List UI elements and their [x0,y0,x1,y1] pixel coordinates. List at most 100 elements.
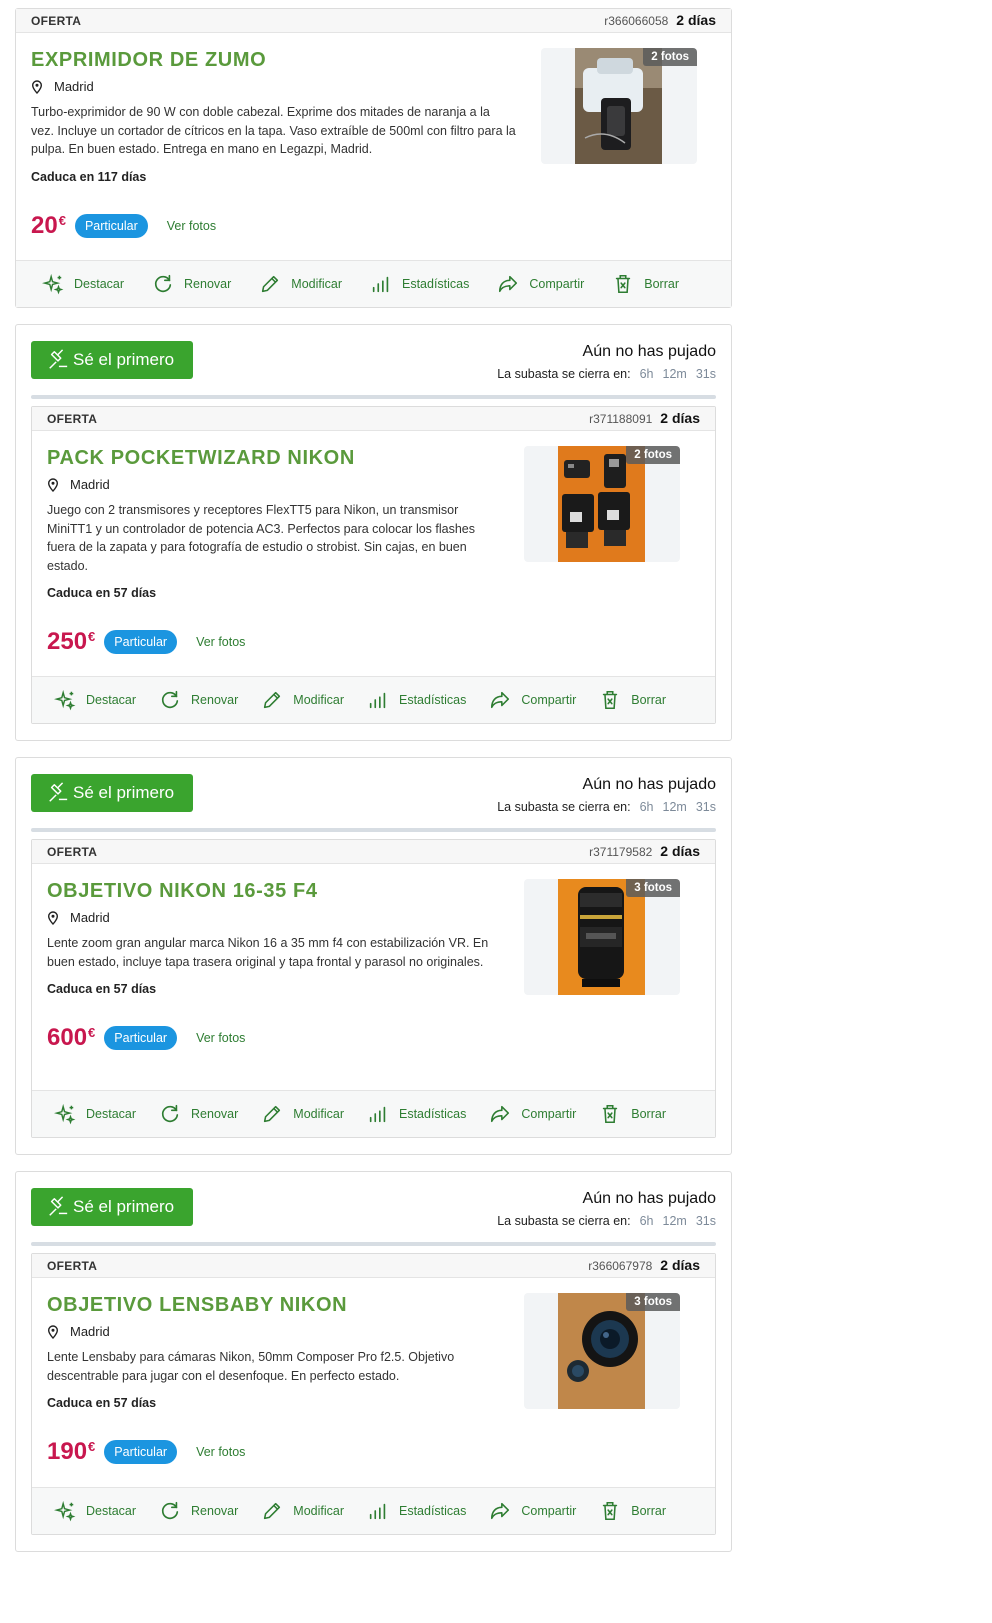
auction-header: Sé el primero Aún no has pujado La subas… [16,325,731,399]
bid-first-button[interactable]: Sé el primero [31,1188,193,1226]
trash-icon [603,1104,618,1124]
location-pin-icon [47,1324,59,1339]
renew-label: Renovar [184,277,232,291]
renew-button[interactable]: Renovar [159,689,238,711]
trash-icon [603,1501,618,1521]
ad-thumbnail[interactable]: 2 fotos [541,48,697,164]
edit-button[interactable]: Modificar [261,1103,344,1125]
ad-thumbnail[interactable]: 2 fotos [524,446,680,562]
stats-button[interactable]: Estadísticas [367,689,466,711]
edit-button[interactable]: Modificar [261,689,344,711]
ad-reference: r371179582 [589,844,653,859]
trash-icon [603,690,618,710]
auction-card: Sé el primero Aún no has pujado La subas… [15,324,732,741]
highlight-label: Destacar [86,1504,137,1518]
edit-label: Modificar [293,1107,344,1121]
ad-reference: r366066058 [604,13,669,28]
auction-card: Sé el primero Aún no has pujado La subas… [15,1171,732,1552]
delete-button[interactable]: Borrar [599,1103,666,1125]
ad-thumbnail[interactable]: 3 fotos [524,1293,680,1409]
ad-price: 250€ [47,628,96,655]
location-text: Madrid [70,477,110,492]
ad-actions-bar: Destacar Renovar Modificar Estadísticas … [32,676,715,723]
see-photos-link[interactable]: Ver fotos [196,1031,245,1045]
countdown-label: La subasta se cierra en: [497,367,631,381]
highlight-button[interactable]: Destacar [42,273,124,295]
delete-button[interactable]: Borrar [612,273,679,295]
sparkle-icon [42,273,64,295]
photo-count: 2 fotos [643,48,697,66]
share-button[interactable]: Compartir [497,273,584,295]
share-arrow-icon [491,1105,510,1123]
ad-age: 2 días [660,842,700,859]
edit-label: Modificar [291,277,342,291]
countdown-minutes: 12m [662,367,687,381]
auction-countdown: La subasta se cierra en: 6h 12m 31s [497,367,716,381]
ad-description: Lente zoom gran angular marca Nikon 16 a… [47,936,489,969]
highlight-button[interactable]: Destacar [54,689,136,711]
share-label: Compartir [521,1504,577,1518]
bid-first-button[interactable]: Sé el primero [31,341,193,379]
stats-label: Estadísticas [399,1504,467,1518]
highlight-button[interactable]: Destacar [54,1103,136,1125]
sparkle-icon [54,1500,76,1522]
pencil-icon [262,275,279,293]
bid-first-button[interactable]: Sé el primero [31,774,193,812]
delete-button[interactable]: Borrar [599,1500,666,1522]
stats-label: Estadísticas [399,1107,467,1121]
highlight-label: Destacar [86,1107,137,1121]
share-button[interactable]: Compartir [489,1500,576,1522]
refresh-icon [154,274,172,293]
bid-status: Aún no has pujado [582,343,716,360]
highlight-button[interactable]: Destacar [54,1500,136,1522]
share-label: Compartir [529,277,585,291]
renew-button[interactable]: Renovar [152,273,231,295]
renew-button[interactable]: Renovar [159,1103,238,1125]
ad-price: 600€ [47,1024,96,1051]
countdown-hours: 6h [639,1214,654,1228]
location-pin-icon [47,910,59,925]
edit-button[interactable]: Modificar [259,273,342,295]
highlight-label: Destacar [86,693,137,707]
pencil-icon [264,691,281,709]
bar-chart-icon [369,1106,386,1123]
ad-age: 2 días [660,1256,700,1273]
renew-button[interactable]: Renovar [159,1500,238,1522]
photo-count: 2 fotos [626,446,680,464]
ad: OFERTA r366067978 2 días OBJETIVO LENSBAB… [31,1253,716,1535]
stats-button[interactable]: Estadísticas [367,1103,466,1125]
auction-countdown: La subasta se cierra en: 6h 12m 31s [497,800,716,814]
gavel-icon [49,349,68,369]
share-arrow-icon [491,1502,510,1520]
delete-label: Borrar [631,1107,666,1121]
refresh-icon [161,1501,179,1520]
see-photos-link[interactable]: Ver fotos [196,1445,245,1459]
stats-button[interactable]: Estadísticas [367,1500,466,1522]
bar-chart-icon [372,276,389,293]
ad-price: 190€ [47,1438,96,1465]
see-photos-link[interactable]: Ver fotos [167,219,216,233]
ad-age: 2 días [676,11,716,28]
refresh-icon [161,690,179,709]
stats-button[interactable]: Estadísticas [370,273,469,295]
countdown-seconds: 31s [695,800,716,814]
share-button[interactable]: Compartir [489,689,576,711]
ad-thumbnail[interactable]: 3 fotos [524,879,680,995]
countdown-seconds: 31s [695,1214,716,1228]
ad-reference: r371188091 [589,411,653,426]
share-button[interactable]: Compartir [489,1103,576,1125]
renew-label: Renovar [191,1504,239,1518]
stats-label: Estadísticas [402,277,470,291]
auction-header: Sé el primero Aún no has pujado La subas… [16,758,731,832]
ad-header: OFERTA r371179582 2 días [32,840,715,864]
see-photos-link[interactable]: Ver fotos [196,635,245,649]
edit-label: Modificar [293,693,344,707]
ad-description: Turbo-exprimidor de 90 W con doble cabez… [31,105,516,156]
auction-header: Sé el primero Aún no has pujado La subas… [16,1172,731,1246]
renew-label: Renovar [191,1107,239,1121]
share-arrow-icon [491,691,510,709]
edit-label: Modificar [293,1504,344,1518]
stats-label: Estadísticas [399,693,467,707]
delete-button[interactable]: Borrar [599,689,666,711]
edit-button[interactable]: Modificar [261,1500,344,1522]
